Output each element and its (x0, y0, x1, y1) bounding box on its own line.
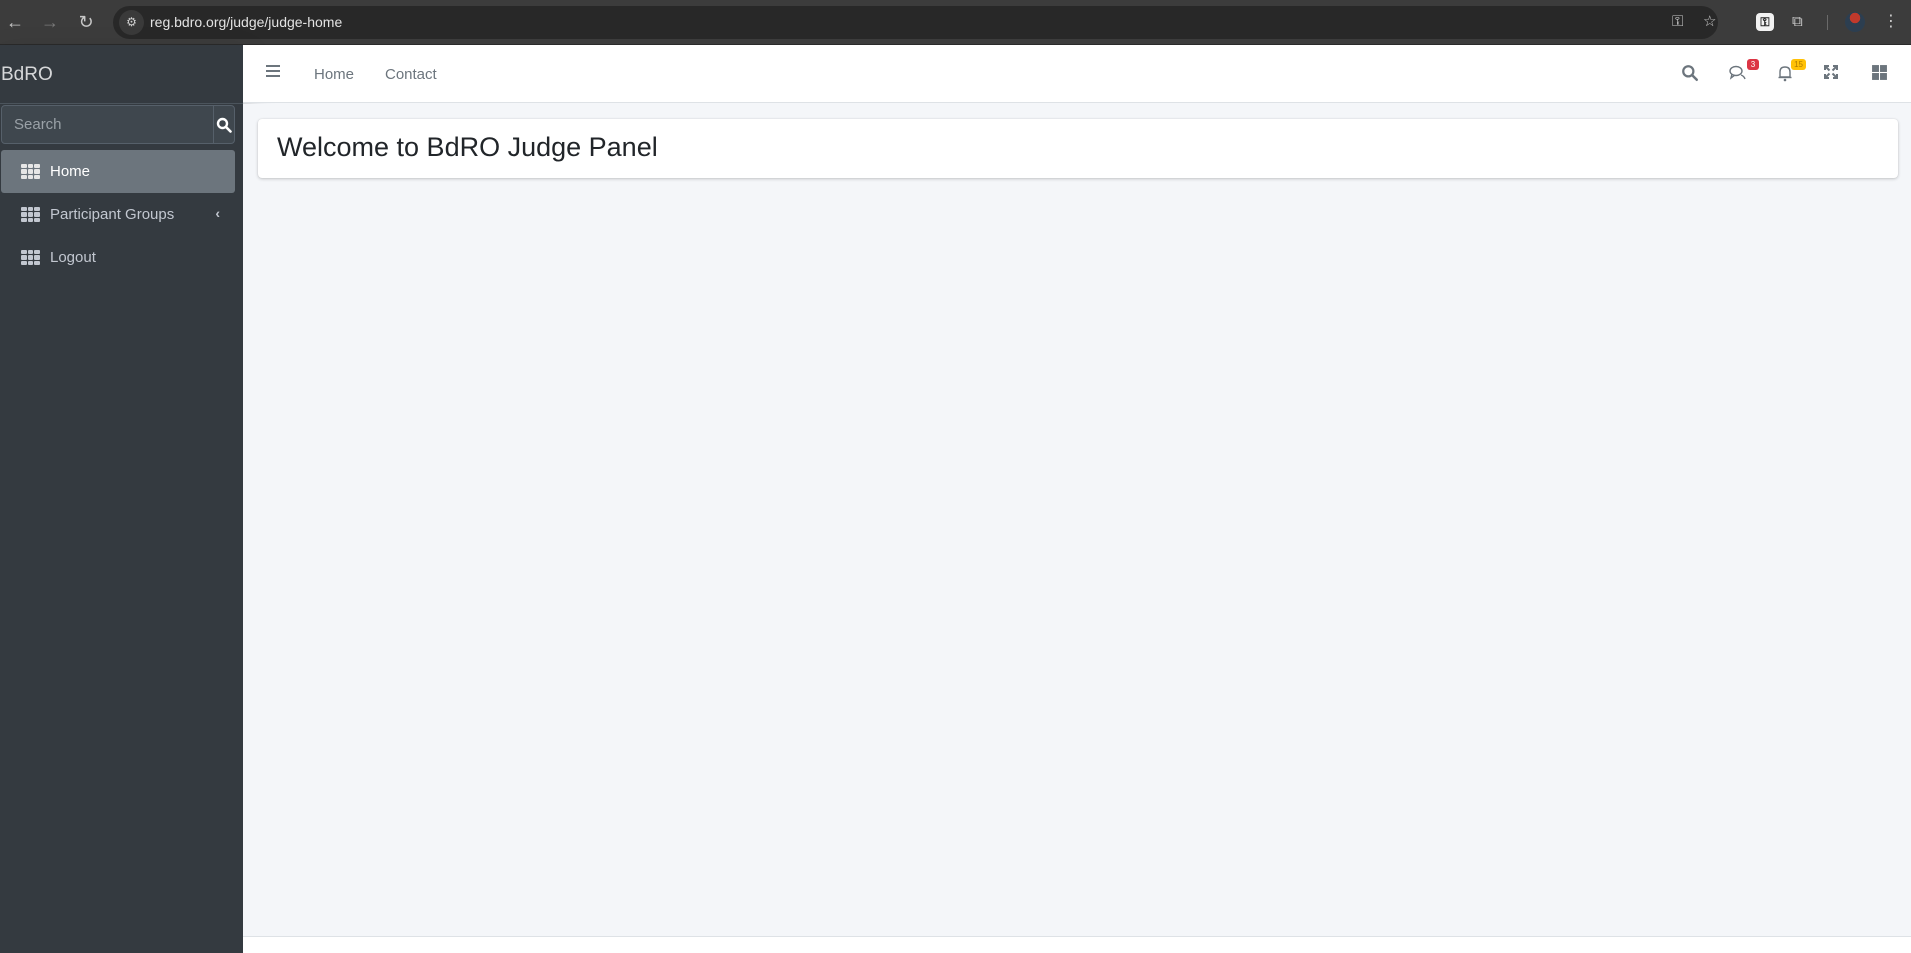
url-text[interactable]: reg.bdro.org/judge/judge-home (150, 14, 342, 30)
page-footer (243, 936, 1911, 953)
welcome-card: Welcome to BdRO Judge Panel (258, 119, 1898, 178)
profile-avatar[interactable] (1845, 12, 1865, 32)
fullscreen-button[interactable] (1823, 64, 1843, 84)
nav-link-contact[interactable]: Contact (385, 66, 437, 83)
reload-icon[interactable]: ↻ (75, 11, 97, 33)
nav-link-home[interactable]: Home (314, 66, 354, 83)
sidebar-search (1, 105, 235, 144)
sidebar-item-home[interactable]: Home (1, 150, 235, 193)
grid-icon (21, 250, 40, 265)
site-info-icon[interactable]: ⚙ (119, 10, 144, 35)
forward-icon[interactable]: → (39, 11, 61, 33)
grid-icon (21, 207, 40, 222)
sidebar-item-participant-groups[interactable]: Participant Groups ‹ (1, 193, 235, 236)
control-sidebar-button[interactable] (1871, 64, 1891, 84)
chevron-left-icon: ‹ (215, 205, 220, 221)
comments-icon (1729, 65, 1746, 80)
navbar-search-button[interactable] (1681, 64, 1701, 84)
sidebar-item-label: Home (50, 163, 91, 180)
top-navbar: Home Contact 3 15 (243, 45, 1911, 103)
notifications-badge: 15 (1791, 59, 1806, 70)
toolbar-divider (1827, 15, 1828, 30)
bookmark-star-icon[interactable]: ☆ (1703, 13, 1716, 31)
menu-kebab-icon[interactable]: ⋮ (1883, 12, 1899, 32)
sidebar: BdRO Home Participant Groups ‹ Logout (0, 45, 243, 953)
page-title: Welcome to BdRO Judge Panel (277, 132, 658, 162)
th-large-icon (1872, 65, 1887, 80)
messages-button[interactable]: 3 (1729, 59, 1759, 84)
sidebar-item-label: Participant Groups (50, 206, 175, 223)
search-icon (216, 117, 232, 133)
content-wrapper: Welcome to BdRO Judge Panel (243, 104, 1911, 936)
extensions-puzzle-icon[interactable]: ⧉ (1792, 12, 1803, 32)
search-icon (1682, 65, 1698, 81)
messages-badge: 3 (1747, 59, 1759, 70)
browser-toolbar: ← → ↻ ⚙ reg.bdro.org/judge/judge-home ⚿ … (0, 0, 1911, 45)
notifications-button[interactable]: 15 (1776, 59, 1806, 84)
hamburger-menu-icon[interactable] (266, 65, 280, 79)
search-button[interactable] (213, 106, 234, 143)
expand-arrows-icon (1824, 65, 1838, 79)
password-key-icon[interactable]: ⚿ (1672, 13, 1683, 31)
sidebar-item-logout[interactable]: Logout (1, 236, 235, 279)
brand-logo[interactable]: BdRO (0, 45, 243, 104)
address-bar[interactable]: ⚙ reg.bdro.org/judge/judge-home ⚿ ☆ (113, 6, 1718, 39)
grid-icon (21, 164, 40, 179)
sidebar-nav: Home Participant Groups ‹ Logout (1, 150, 235, 279)
back-icon[interactable]: ← (4, 11, 26, 33)
extension-key-icon[interactable]: ⚿ (1756, 13, 1774, 31)
search-input[interactable] (2, 106, 213, 143)
sidebar-item-label: Logout (50, 249, 96, 266)
